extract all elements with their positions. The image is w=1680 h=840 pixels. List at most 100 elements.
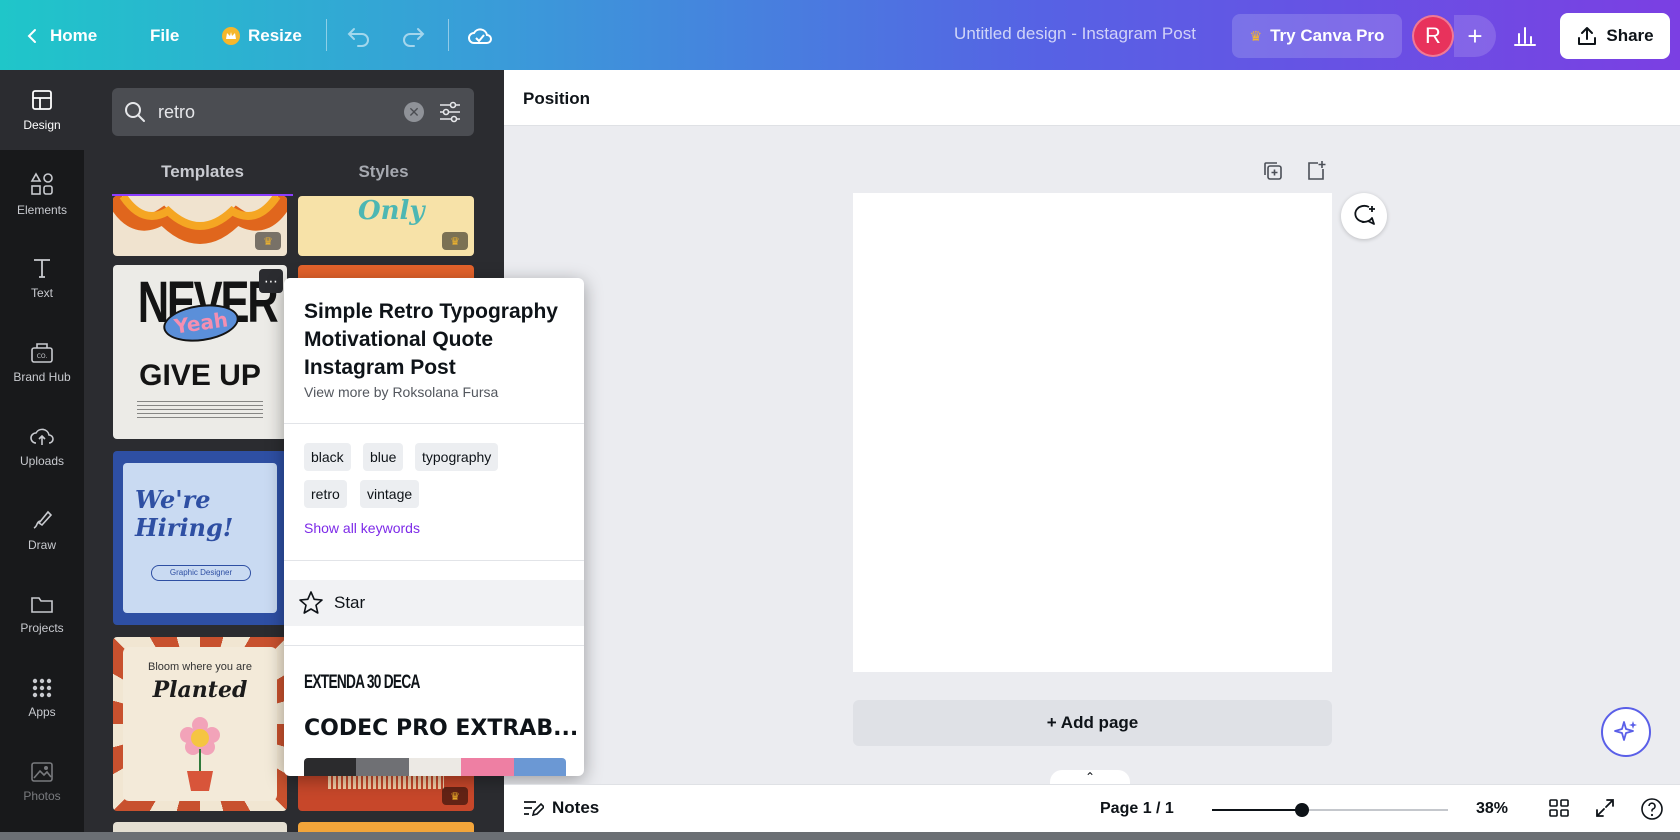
keyword-tag[interactable]: black bbox=[304, 443, 351, 471]
notes-label: Notes bbox=[552, 798, 600, 817]
rail-item-elements[interactable]: Elements bbox=[0, 154, 84, 234]
rail-item-draw[interactable]: Draw bbox=[0, 490, 84, 570]
help-icon bbox=[1641, 798, 1663, 820]
zoom-level[interactable]: 38% bbox=[1476, 800, 1508, 818]
toolbar-divider bbox=[326, 19, 327, 51]
keyword-tag[interactable]: retro bbox=[304, 480, 347, 508]
add-page-icon bbox=[1308, 161, 1326, 180]
file-menu-button[interactable]: File bbox=[150, 16, 179, 56]
star-template-button[interactable]: Star bbox=[284, 580, 584, 626]
rail-item-text[interactable]: Text bbox=[0, 238, 84, 318]
bar-chart-icon bbox=[1514, 27, 1536, 46]
rail-item-label: Elements bbox=[16, 203, 68, 217]
notes-button[interactable]: Notes bbox=[522, 798, 599, 818]
show-all-keywords-link[interactable]: Show all keywords bbox=[304, 520, 420, 536]
star-label: Star bbox=[334, 593, 366, 612]
search-icon bbox=[125, 102, 145, 122]
share-button[interactable]: Share bbox=[1560, 13, 1670, 59]
rail-item-photos[interactable]: Photos bbox=[0, 742, 84, 822]
folder-icon bbox=[31, 597, 53, 613]
invite-plus-button[interactable]: + bbox=[1454, 15, 1496, 57]
window-edge bbox=[0, 832, 1680, 840]
rail-item-uploads[interactable]: Uploads bbox=[0, 406, 84, 486]
home-button[interactable]: Home bbox=[24, 16, 97, 56]
template-search-bar[interactable]: retro ✕ bbox=[112, 88, 474, 136]
try-pro-button[interactable]: ♛ Try Canva Pro bbox=[1232, 14, 1402, 58]
insights-button[interactable] bbox=[1512, 16, 1538, 56]
cloud-upload-icon bbox=[30, 428, 54, 445]
top-bar: Home File Resize Untitled design - Insta… bbox=[0, 0, 1680, 70]
rail-item-label: Uploads bbox=[19, 454, 65, 468]
clear-search-icon[interactable]: ✕ bbox=[404, 102, 424, 122]
divider bbox=[284, 560, 584, 561]
toolbar-divider bbox=[448, 19, 449, 51]
add-comment-button[interactable] bbox=[1341, 193, 1387, 239]
sparkle-icon bbox=[1614, 721, 1637, 741]
template-thumbnail-planted[interactable]: Bloom where you are Planted bbox=[113, 637, 287, 811]
help-button[interactable] bbox=[1640, 797, 1664, 821]
palette-swatch bbox=[408, 758, 462, 776]
pro-crown-badge: ♛ bbox=[255, 232, 281, 250]
rail-item-brand-hub[interactable]: CO. Brand Hub bbox=[0, 322, 84, 402]
expand-pages-button[interactable]: ⌃ bbox=[1050, 770, 1130, 784]
position-button[interactable]: Position bbox=[523, 89, 590, 109]
duplicate-page-button[interactable] bbox=[1262, 160, 1284, 182]
tab-styles[interactable]: Styles bbox=[293, 152, 474, 196]
fullscreen-button[interactable] bbox=[1594, 797, 1616, 819]
file-label: File bbox=[150, 26, 180, 45]
redo-icon bbox=[403, 28, 425, 47]
resize-label: Resize bbox=[248, 26, 302, 45]
pro-crown-badge: ♛ bbox=[442, 787, 468, 805]
template-thumbnail-hiring[interactable]: We're Hiring! Graphic Designer bbox=[113, 451, 287, 625]
keyword-tag[interactable]: typography bbox=[415, 443, 499, 471]
thumbnail-text: GIVE UP bbox=[139, 359, 261, 392]
document-title[interactable]: Untitled design - Instagram Post bbox=[900, 24, 1250, 44]
grid-view-button[interactable] bbox=[1548, 797, 1570, 819]
save-status-button[interactable] bbox=[467, 16, 493, 56]
undo-icon bbox=[347, 28, 369, 47]
comment-plus-icon bbox=[1354, 204, 1375, 225]
text-icon bbox=[34, 259, 50, 278]
rail-item-design[interactable]: Design bbox=[0, 70, 84, 150]
keyword-tag[interactable]: blue bbox=[363, 443, 404, 471]
svg-text:CO.: CO. bbox=[37, 353, 48, 360]
thumbnail-card: Bloom where you are Planted bbox=[123, 647, 277, 801]
star-icon bbox=[299, 591, 323, 614]
search-input[interactable]: retro bbox=[158, 102, 404, 123]
crown-icon: ♛ bbox=[1249, 27, 1263, 44]
design-canvas-page[interactable] bbox=[853, 193, 1332, 672]
shapes-icon bbox=[30, 172, 53, 195]
add-new-page-button[interactable] bbox=[1305, 160, 1327, 182]
template-thumbnail[interactable]: ♛ bbox=[113, 196, 287, 256]
apps-grid-icon bbox=[32, 678, 52, 698]
rail-item-label: Design bbox=[23, 118, 61, 132]
duplicate-page-icon bbox=[1264, 162, 1282, 180]
magic-assistant-button[interactable] bbox=[1601, 707, 1651, 757]
zoom-slider-handle[interactable] bbox=[1295, 803, 1309, 817]
template-info-popover: Simple Retro Typography Motivational Quo… bbox=[284, 278, 584, 776]
resize-button[interactable]: Resize bbox=[222, 16, 302, 56]
page-indicator[interactable]: Page 1 / 1 bbox=[1100, 800, 1174, 818]
filter-sliders-icon[interactable] bbox=[438, 101, 462, 123]
more-options-button[interactable]: ⋯ bbox=[259, 269, 283, 293]
palette-swatch bbox=[461, 758, 514, 776]
try-pro-label: Try Canva Pro bbox=[1270, 26, 1385, 45]
template-thumbnail-never-give-up[interactable]: NEVER Yeah GIVE UP ⋯ bbox=[113, 265, 287, 439]
tab-templates[interactable]: Templates bbox=[112, 152, 293, 196]
add-page-button[interactable]: + Add page bbox=[853, 700, 1332, 746]
layout-icon bbox=[32, 90, 52, 110]
rail-item-projects[interactable]: Projects bbox=[0, 574, 84, 654]
redo-button[interactable] bbox=[400, 16, 426, 56]
divider bbox=[284, 423, 584, 424]
undo-button[interactable] bbox=[346, 16, 372, 56]
avatar[interactable]: R bbox=[1412, 15, 1454, 57]
author-link[interactable]: View more by Roksolana Fursa bbox=[304, 384, 498, 400]
palette-swatch bbox=[304, 758, 357, 776]
share-label: Share bbox=[1606, 26, 1654, 45]
keyword-tag[interactable]: vintage bbox=[360, 480, 420, 508]
rail-item-apps[interactable]: Apps bbox=[0, 658, 84, 738]
font-sample: EXTENDA 30 DECA bbox=[304, 672, 420, 693]
zoom-slider[interactable] bbox=[1212, 803, 1448, 817]
image-icon bbox=[31, 762, 53, 782]
template-thumbnail[interactable]: Only ♛ bbox=[298, 196, 474, 256]
